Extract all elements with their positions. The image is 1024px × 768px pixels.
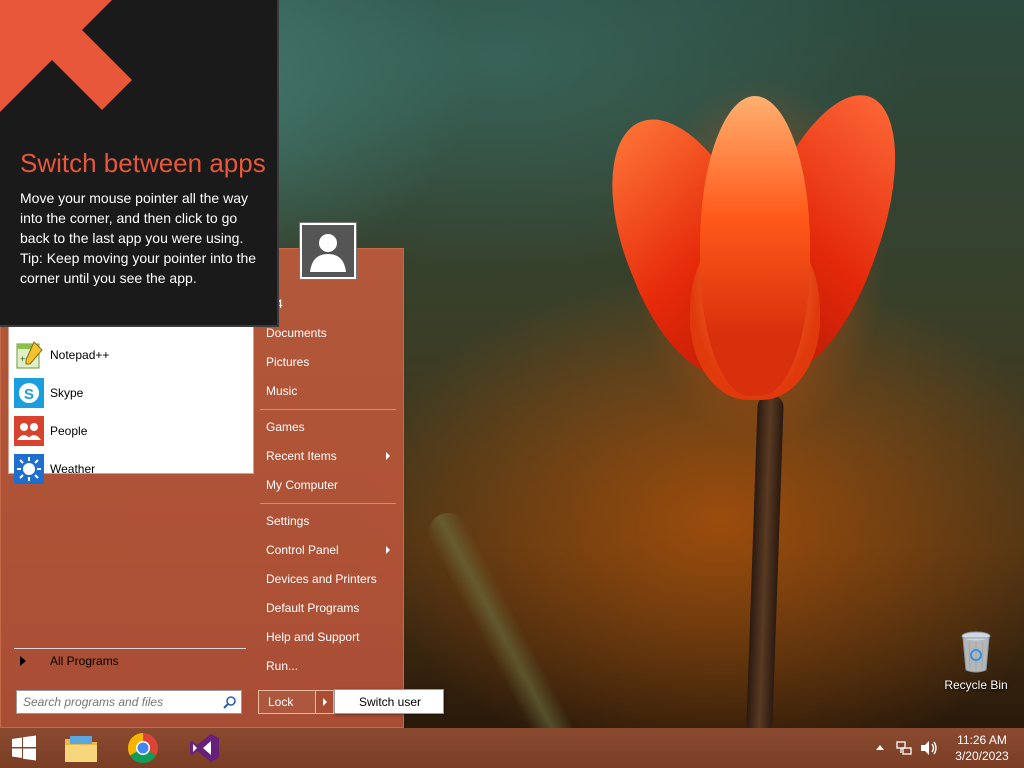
volume-icon[interactable]	[920, 740, 938, 756]
show-hidden-icons-button[interactable]	[876, 745, 884, 750]
people-icon	[13, 415, 45, 447]
start-link-my-computer[interactable]: My Computer	[260, 472, 398, 498]
program-skype[interactable]: S Skype	[13, 375, 249, 411]
lock-button[interactable]: Lock	[258, 690, 316, 714]
link-label: Pictures	[266, 355, 310, 369]
wallpaper-leaf	[421, 505, 579, 728]
all-programs-label: All Programs	[50, 654, 119, 668]
notepadpp-icon: ++	[13, 339, 45, 371]
shutdown-options-button[interactable]	[316, 690, 334, 714]
link-label: Games	[266, 420, 305, 434]
link-label: Recent Items	[266, 449, 337, 463]
link-label: My Computer	[266, 478, 339, 492]
start-link-settings[interactable]: Settings	[260, 508, 398, 534]
recycle-bin-icon	[961, 631, 991, 673]
link-label: Devices and Printers	[266, 572, 377, 586]
program-notepadpp[interactable]: ++ Notepad++	[13, 337, 249, 373]
file-explorer-icon	[65, 736, 97, 762]
start-link-help-support[interactable]: Help and Support	[260, 624, 398, 650]
clock-time: 11:26 AM	[957, 733, 1007, 747]
link-label: Settings	[266, 514, 310, 528]
search-icon[interactable]	[223, 695, 237, 712]
program-label: Weather	[50, 462, 96, 476]
start-link-games[interactable]: Games	[260, 414, 398, 440]
start-button[interactable]	[0, 728, 48, 768]
windows-start-icon	[12, 735, 36, 761]
corner-arrow-icon	[0, 0, 132, 112]
program-label: People	[50, 424, 88, 438]
link-label: Default Programs	[266, 601, 360, 615]
skype-icon: S	[13, 377, 45, 409]
start-link-recent-items[interactable]: Recent Items	[260, 443, 398, 469]
start-link-user[interactable]: M4	[260, 291, 398, 317]
all-programs-button[interactable]: All Programs	[8, 646, 254, 676]
user-avatar[interactable]	[300, 223, 356, 279]
submenu-arrow-icon	[386, 546, 390, 554]
divider	[260, 503, 396, 504]
start-link-pictures[interactable]: Pictures	[260, 349, 398, 375]
program-weather[interactable]: Weather	[13, 451, 249, 487]
wallpaper-stem	[746, 394, 784, 728]
taskbar-visual-studio[interactable]	[182, 728, 228, 768]
network-icon[interactable]	[896, 740, 912, 756]
search-input[interactable]	[17, 691, 213, 713]
switch-apps-tip: Switch between apps Move your mouse poin…	[0, 0, 279, 327]
switch-user-menu-item[interactable]: Switch user	[334, 689, 444, 714]
link-label: Documents	[266, 326, 327, 340]
divider	[260, 409, 396, 410]
wallpaper-petal	[700, 96, 810, 396]
submenu-arrow-icon	[386, 452, 390, 460]
lock-label: Lock	[268, 695, 294, 709]
chrome-icon	[127, 733, 158, 764]
start-link-documents[interactable]: Documents	[260, 320, 398, 346]
link-label: Control Panel	[266, 543, 339, 557]
visual-studio-icon	[190, 734, 219, 762]
tip-hint: Tip: Keep moving your pointer into the c…	[20, 250, 257, 286]
chevron-right-icon	[322, 698, 327, 706]
recycle-bin-label: Recycle Bin	[944, 678, 1008, 692]
tip-title: Switch between apps	[20, 148, 266, 178]
taskbar	[0, 728, 1024, 768]
switch-user-label: Switch user	[359, 694, 422, 709]
link-label: Run...	[266, 659, 299, 673]
taskbar-chrome[interactable]	[120, 728, 166, 768]
tip-body: Move your mouse pointer all the way into…	[20, 188, 260, 288]
tip-text: Move your mouse pointer all the way into…	[20, 190, 248, 246]
start-link-devices-printers[interactable]: Devices and Printers	[260, 566, 398, 592]
program-label: Skype	[50, 386, 84, 400]
taskbar-clock[interactable]: 11:26 AM 3/20/2023	[948, 728, 1016, 768]
svg-text:S: S	[24, 386, 34, 403]
expand-arrow-icon	[20, 656, 26, 666]
start-link-control-panel[interactable]: Control Panel	[260, 537, 398, 563]
weather-icon	[13, 453, 45, 485]
link-label: Help and Support	[266, 630, 360, 644]
user-silhouette-icon	[310, 234, 346, 272]
program-label: Notepad++	[50, 348, 110, 362]
program-people[interactable]: People	[13, 413, 249, 449]
taskbar-file-explorer[interactable]	[58, 728, 104, 768]
start-link-music[interactable]: Music	[260, 378, 398, 404]
start-link-default-programs[interactable]: Default Programs	[260, 595, 398, 621]
clock-date: 3/20/2023	[955, 749, 1009, 763]
search-box[interactable]	[16, 690, 242, 714]
start-link-run[interactable]: Run...	[260, 653, 398, 679]
link-label: Music	[266, 384, 298, 398]
recycle-bin-shortcut[interactable]: Recycle Bin	[940, 630, 1012, 692]
